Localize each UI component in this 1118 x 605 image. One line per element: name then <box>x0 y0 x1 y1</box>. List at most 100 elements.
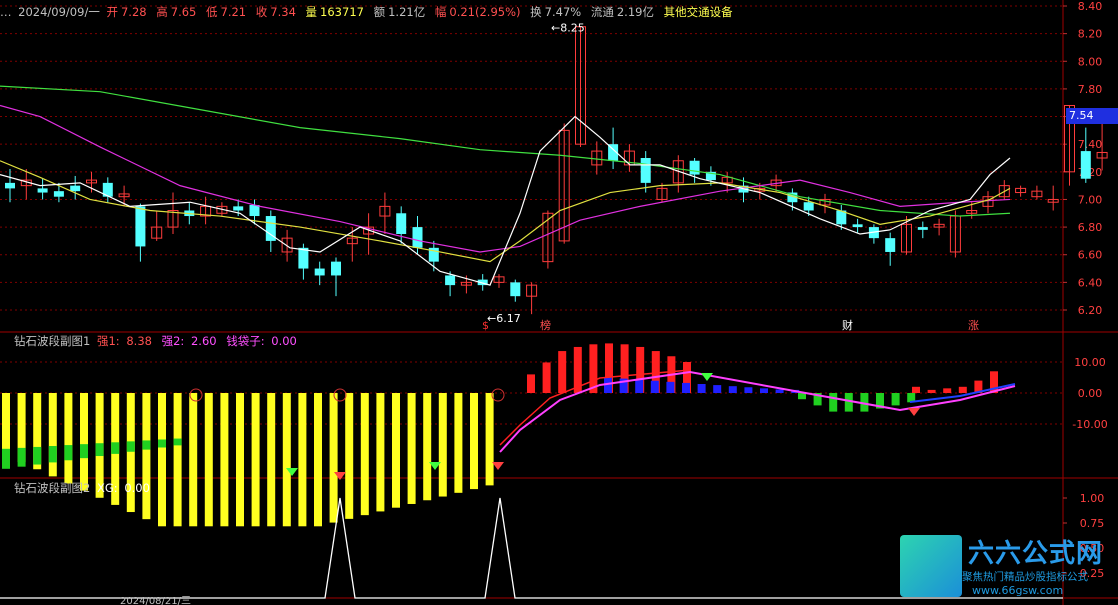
main-header: … 2024/09/09/一 开 7.28 高 7.65 低 7.21 收 7.34 量… <box>0 5 736 19</box>
osc-bar-blue <box>728 386 737 393</box>
vol-value: 163717 <box>320 5 364 19</box>
osc-bar-blue <box>744 387 753 393</box>
y-tick-label: 6.80 <box>1078 221 1103 234</box>
osc-bar-green <box>64 445 73 461</box>
osc-bar-green <box>17 447 26 467</box>
low-value: 7.21 <box>220 5 247 19</box>
logo-title: 六六公式网 <box>968 539 1104 569</box>
y-tick-label: 6.60 <box>1078 249 1103 262</box>
chart-canvas[interactable]: 8.408.208.007.807.607.407.207.006.806.60… <box>0 0 1118 605</box>
osc-bar-yellow <box>282 393 291 527</box>
diamond-icon <box>908 408 920 416</box>
osc-bar-blue <box>666 381 675 393</box>
candle-body <box>689 160 700 175</box>
open-value: 7.28 <box>120 5 147 19</box>
s3-value: 0.00 <box>271 334 297 348</box>
logo-subtitle: 聚焦热门精品炒股指标公式 <box>962 571 1088 583</box>
y-tick-label: 8.40 <box>1078 0 1103 13</box>
osc-bar-yellow <box>236 393 244 527</box>
y-tick-label: 6.40 <box>1078 276 1103 289</box>
osc-bar-green <box>33 446 42 465</box>
diamond-icon <box>492 462 504 470</box>
turn-value: 7.47% <box>544 5 582 19</box>
sub2-name: 钻石波段副图2 <box>14 481 91 495</box>
candle-body <box>396 213 407 234</box>
osc-bar-yellow <box>80 393 88 491</box>
osc-bar-yellow <box>376 393 385 512</box>
osc-bar-red <box>912 386 920 393</box>
osc-bar-blue <box>697 384 706 393</box>
osc-bar-yellow <box>438 393 447 497</box>
candle-body <box>640 158 651 183</box>
low-label: 低 <box>206 5 218 19</box>
osc-bar-green <box>158 439 166 448</box>
osc-bar-blue <box>635 379 644 393</box>
osc-bar-green <box>111 442 120 454</box>
osc-bar-red <box>943 388 952 393</box>
osc-bar-yellow <box>329 393 338 523</box>
y-tick-label: -10.00 <box>1072 418 1107 431</box>
osc-bar-green <box>80 444 88 459</box>
watermark-logo: 六六公式网 聚焦热门精品炒股指标公式 www.66gsw.com <box>900 533 1118 601</box>
osc-bar-yellow <box>48 393 57 477</box>
amt-value: 1.21亿 <box>388 5 426 19</box>
osc-bar-yellow <box>189 393 198 527</box>
high-label: 高 <box>156 5 168 19</box>
s3-label: 钱袋子: <box>226 334 265 348</box>
osc-bar-blue <box>775 389 784 393</box>
osc-bar-green <box>173 438 182 446</box>
y-tick-label: 8.20 <box>1078 28 1103 41</box>
candle-body <box>852 224 863 228</box>
high-value: 7.65 <box>170 5 197 19</box>
candle-body <box>1080 151 1091 179</box>
osc-bar-yellow <box>407 393 416 504</box>
osc-bar-green <box>798 393 806 400</box>
osc-bar-green <box>48 446 57 463</box>
osc-bar-green <box>142 440 151 450</box>
osc-bar-yellow <box>158 393 166 527</box>
osc-bar-yellow <box>220 393 229 527</box>
y-tick-label: 7.00 <box>1078 193 1103 206</box>
osc-bar-blue <box>650 380 659 393</box>
open-label: 开 <box>106 5 118 19</box>
high-marker: ←8.25 <box>551 22 585 35</box>
candle-body <box>445 275 456 286</box>
osc-bar-yellow <box>142 393 151 520</box>
osc-bar-yellow <box>2 393 10 455</box>
event-marker: $ <box>482 319 489 332</box>
event-marker: 榜 <box>540 318 551 332</box>
osc-bar-yellow <box>345 393 354 519</box>
osc-bar-yellow <box>360 393 369 516</box>
y-tick-label: 0.75 <box>1080 517 1105 530</box>
s1-label: 强1: <box>96 334 120 348</box>
osc-bar-red <box>558 351 567 393</box>
candle-body <box>249 204 260 217</box>
osc-bar-yellow <box>298 393 307 527</box>
stock-title: … <box>0 5 12 19</box>
y-tick-label: 10.00 <box>1074 356 1106 369</box>
xg-value: 0.00 <box>124 481 150 495</box>
osc-bar-yellow <box>470 393 478 490</box>
osc-bar-yellow <box>251 393 260 527</box>
xg-label: XG: <box>96 481 118 495</box>
logo-url: www.66gsw.com <box>972 584 1064 597</box>
y-tick-label: 7.80 <box>1078 83 1103 96</box>
candle-body <box>37 188 48 193</box>
osc-bar-blue <box>713 385 722 393</box>
osc-bar-green <box>829 393 838 412</box>
osc-bar-yellow <box>64 393 73 484</box>
candle-body <box>314 268 325 276</box>
candle-body <box>412 227 423 248</box>
low-marker: ←6.17 <box>487 312 521 325</box>
logo-icon <box>900 535 962 597</box>
osc-bar-yellow <box>173 393 182 527</box>
y-tick-label: 6.20 <box>1078 304 1103 317</box>
osc-bar-red <box>542 362 551 393</box>
chg-value: 0.21(2.95%) <box>449 5 521 19</box>
osc-bar-blue <box>682 382 690 393</box>
event-marker: 财 <box>842 318 853 332</box>
diamond-icon <box>701 373 713 381</box>
chg-label: 幅 <box>434 5 447 19</box>
candle-body <box>803 202 814 211</box>
osc-bar-yellow <box>392 393 400 508</box>
